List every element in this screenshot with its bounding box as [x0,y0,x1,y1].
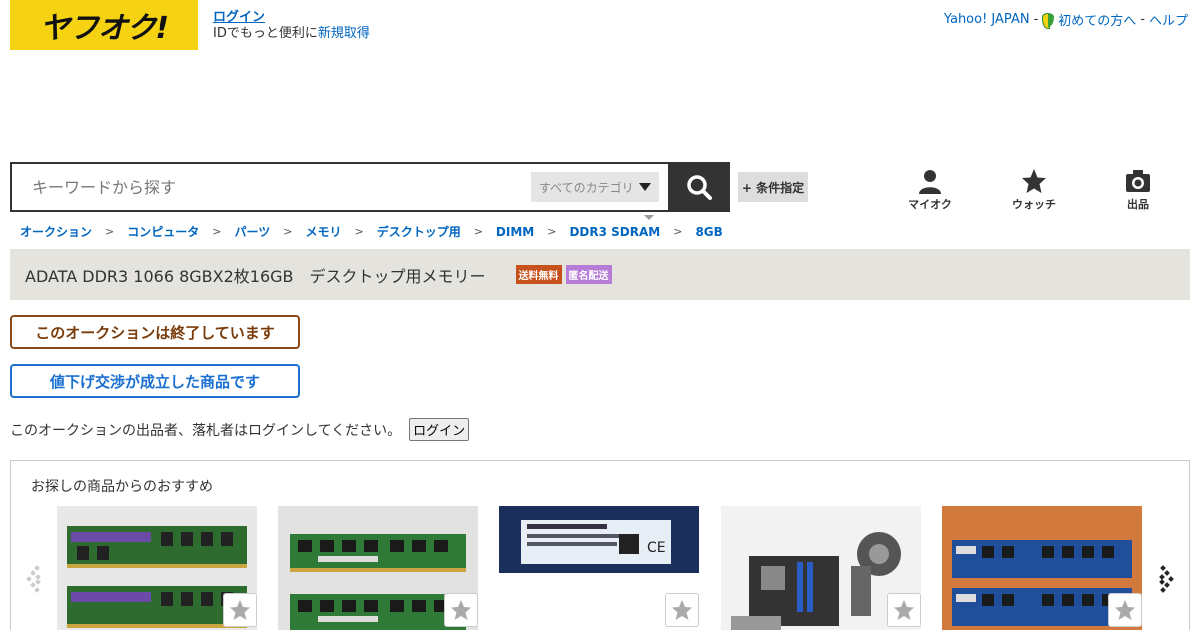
login-notice: このオークションの出品者、落札者はログインしてください。 ログイン [10,418,470,441]
nav-myauction-label: マイオク [908,198,952,211]
breadcrumb: オークション > コンピュータ > パーツ > メモリ > デスクトップ用 > … [20,223,723,240]
breadcrumb-separator: > [283,225,293,238]
star-icon [451,600,471,620]
recommendation-panel: お探しの商品からのおすすめ CE [10,460,1190,630]
watch-star-button[interactable] [444,593,478,627]
item-title: ADATA DDR3 1066 8GBX2枚16GB デスクトップ用メモリー [25,266,486,286]
yahoo-japan-link[interactable]: Yahoo! JAPAN [944,12,1030,27]
breadcrumb-item[interactable]: コンピュータ [127,223,199,240]
recommend-item[interactable]: CE [499,506,699,630]
breadcrumb-separator: > [547,225,557,238]
category-select[interactable]: すべてのカテゴリ [531,172,659,202]
search-button[interactable] [668,162,730,212]
top-links: Yahoo! JAPAN - 初めての方へ - ヘルプ [944,10,1188,29]
signup-link[interactable]: 新規取得 [318,26,370,41]
recommend-item[interactable] [942,506,1142,630]
breadcrumb-item[interactable]: 8GB [695,225,722,239]
search-condition-button[interactable]: + 条件指定 [738,172,808,202]
anonymous-shipping-badge: 匿名配送 [565,265,612,284]
breadcrumb-item[interactable]: DIMM [496,225,534,239]
beginner-mark-icon [1042,12,1055,29]
breadcrumb-item[interactable]: デスクトップ用 [377,223,461,240]
login-box: ログイン IDでもっと便利に新規取得 [213,10,370,42]
nav-myauction[interactable]: マイオク [880,168,980,212]
recommendation-title: お探しの商品からのおすすめ [31,479,213,495]
star-icon [230,600,250,620]
item-title-bar: ADATA DDR3 1066 8GBX2枚16GB デスクトップ用メモリー 送… [10,249,1190,300]
login-link[interactable]: ログイン [213,10,370,26]
id-line: IDでもっと便利に新規取得 [213,26,370,42]
nav-sell[interactable]: 出品 [1088,168,1188,212]
breadcrumb-separator: > [673,225,683,238]
carousel-prev-arrow-icon[interactable] [25,564,45,594]
search-bar: すべてのカテゴリ [10,162,730,212]
breadcrumb-item[interactable]: DDR3 SDRAM [569,225,660,239]
search-icon [687,175,712,200]
watch-star-button[interactable] [1108,593,1142,627]
chevron-down-icon [639,183,651,191]
watch-star-button[interactable] [665,593,699,627]
nav-watch[interactable]: ウォッチ [984,168,1084,212]
category-select-label: すべてのカテゴリ [539,180,634,195]
login-button[interactable]: ログイン [409,418,470,441]
caret-down-icon [644,215,654,220]
watch-star-button[interactable] [887,593,921,627]
nav-sell-label: 出品 [1127,198,1149,211]
link-separator: - [1140,12,1145,27]
link-separator: - [1033,12,1039,27]
carousel-next-arrow-icon[interactable] [1155,564,1175,594]
recommend-item[interactable] [57,506,257,630]
camera-icon [1126,170,1150,192]
price-negotiated-banner: 値下げ交渉が成立した商品です [10,364,300,398]
nav-watch-label: ウォッチ [1012,198,1056,211]
id-text: IDでもっと便利に [213,26,318,41]
breadcrumb-separator: > [473,225,483,238]
breadcrumb-separator: > [105,225,115,238]
breadcrumb-item[interactable]: オークション [20,223,92,240]
star-icon [672,600,692,620]
help-link[interactable]: ヘルプ [1149,10,1188,29]
auction-ended-banner: このオークションは終了しています [10,315,300,349]
yahoo-auction-logo[interactable]: ヤフオク! [10,0,198,50]
login-notice-text: このオークションの出品者、落札者はログインしてください。 [10,422,402,439]
svg-text:CE: CE [647,540,666,556]
breadcrumb-item[interactable]: メモリ [305,223,341,240]
user-icon [919,170,941,194]
beginner-link[interactable]: 初めての方へ [1058,10,1136,29]
logo-text: ヤフオク! [39,11,169,46]
header-nav: マイオク ウォッチ 出品 [880,168,1180,214]
breadcrumb-item[interactable]: パーツ [234,223,270,240]
watch-star-button[interactable] [223,593,257,627]
recommend-item[interactable] [721,506,921,630]
recommend-item[interactable] [278,506,478,630]
star-icon [1115,600,1135,620]
star-icon [1022,169,1046,193]
star-icon [894,600,914,620]
breadcrumb-separator: > [212,225,222,238]
free-shipping-badge: 送料無料 [515,265,562,284]
breadcrumb-separator: > [354,225,364,238]
